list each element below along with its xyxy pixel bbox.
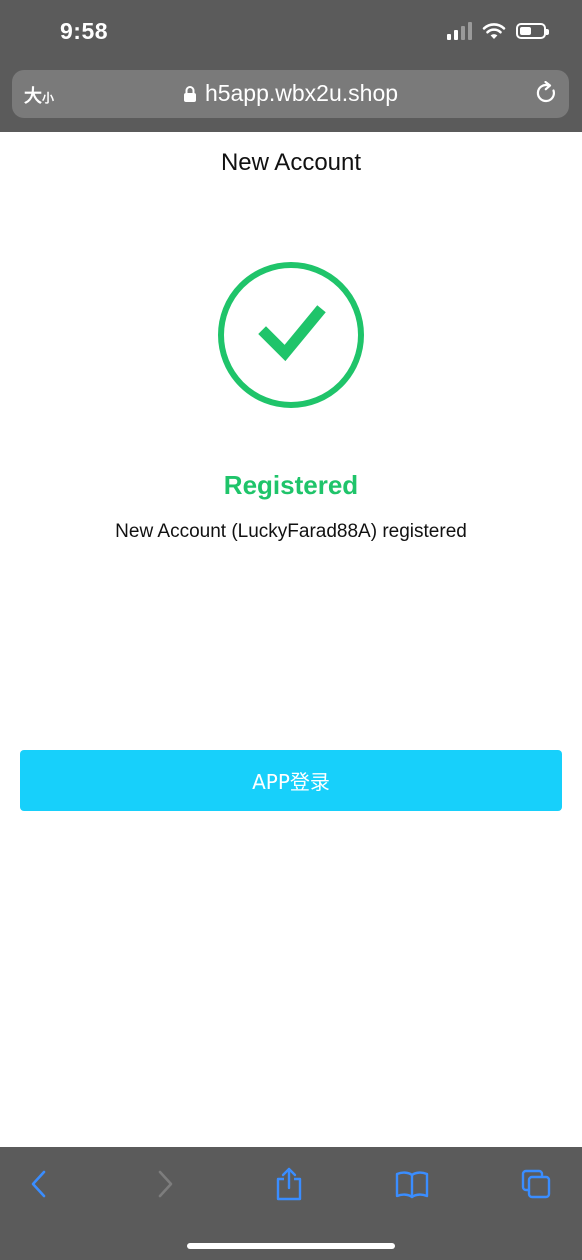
- share-icon: [276, 1167, 302, 1201]
- check-circle-icon: [218, 262, 364, 408]
- tabs-button[interactable]: [519, 1167, 553, 1201]
- result-title: Registered: [223, 470, 359, 500]
- lock-icon: [183, 85, 196, 102]
- signal-icon: [447, 22, 472, 40]
- reload-icon[interactable]: [535, 81, 559, 107]
- tabs-icon: [521, 1169, 551, 1199]
- forward-icon: [158, 1170, 173, 1198]
- result-message: New Account (LuckyFarad88A) registered: [115, 521, 467, 542]
- battery-icon: [516, 23, 549, 39]
- screen: 9:58 大小 h5app.wbx2u.shop New Account Reg…: [0, 0, 582, 1260]
- app-login-button[interactable]: APP登录: [20, 750, 562, 811]
- share-button[interactable]: [272, 1167, 306, 1201]
- bookmarks-icon: [395, 1171, 429, 1199]
- url-field[interactable]: h5app.wbx2u.shop: [12, 80, 569, 107]
- home-indicator: [187, 1243, 395, 1249]
- browser-bottom-toolbar: [0, 1147, 582, 1260]
- back-button[interactable]: [22, 1167, 56, 1201]
- forward-button[interactable]: [148, 1167, 182, 1201]
- page-title: New Account: [220, 149, 362, 176]
- status-icons: [447, 22, 549, 40]
- browser-top-chrome: 9:58 大小 h5app.wbx2u.shop: [0, 0, 582, 132]
- address-bar[interactable]: 大小 h5app.wbx2u.shop: [12, 70, 569, 118]
- wifi-icon: [482, 23, 506, 39]
- status-time: 9:58: [60, 18, 109, 44]
- url-text: h5app.wbx2u.shop: [204, 80, 399, 106]
- bookmarks-button[interactable]: [395, 1167, 429, 1201]
- back-icon: [31, 1170, 46, 1198]
